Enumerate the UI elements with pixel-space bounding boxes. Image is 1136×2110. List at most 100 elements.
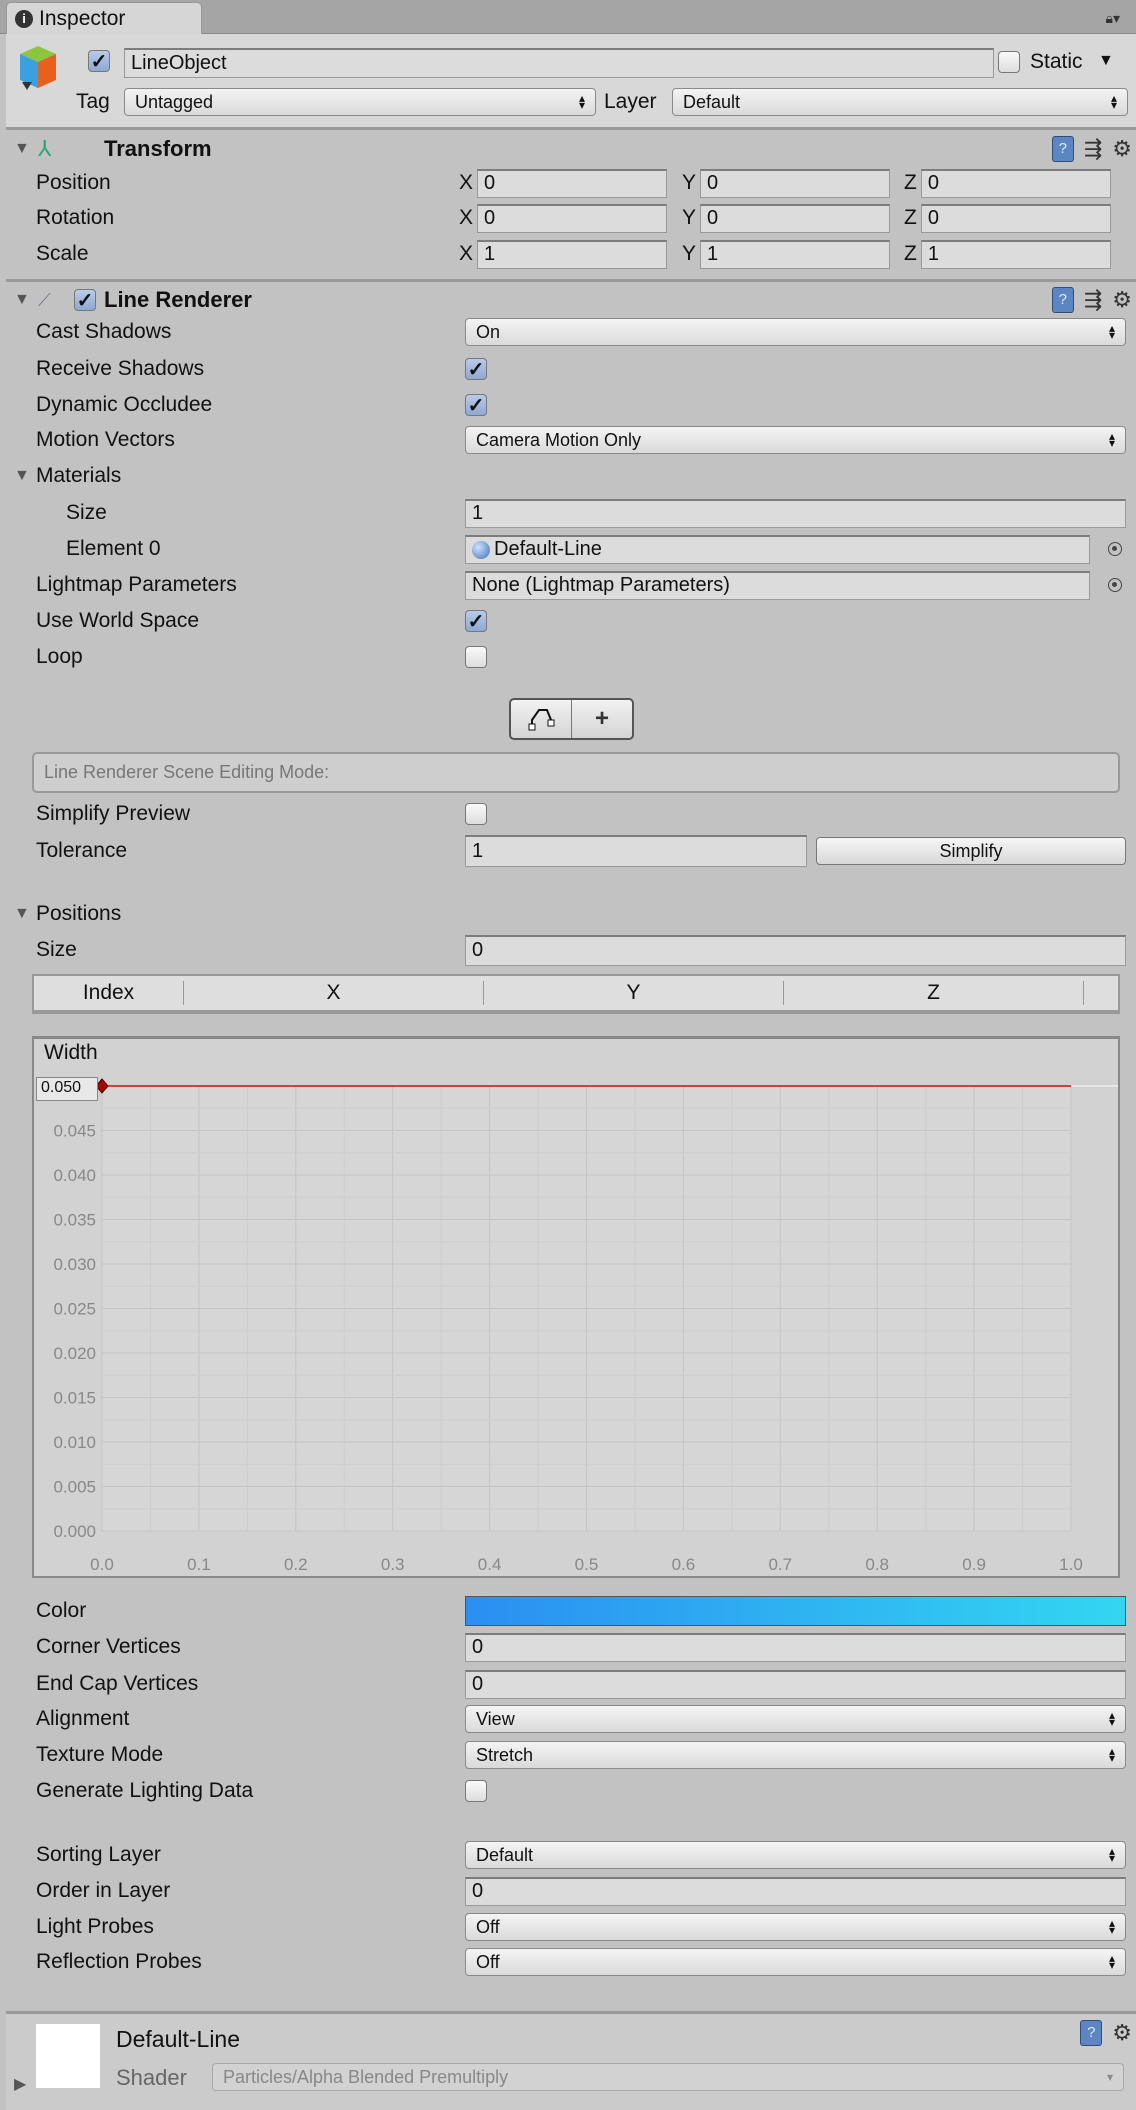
field-label: Reflection Probes <box>36 1950 202 1973</box>
x-tick-label: 0.5 <box>575 1555 599 1574</box>
tab-inspector[interactable]: i Inspector <box>6 2 202 34</box>
layer-dropdown[interactable]: Default ▴ ▾ <box>672 88 1128 116</box>
positions-row[interactable]: ▼ Positions <box>6 896 1136 932</box>
help-icon[interactable]: ? <box>1051 136 1074 162</box>
motion-vectors-row: Motion Vectors Camera Motion Only ▴ ▾ <box>6 422 1136 458</box>
position-z-input[interactable]: 0 <box>920 168 1111 198</box>
generate-lighting-checkbox[interactable] <box>465 1780 487 1802</box>
dynamic-occludee-checkbox[interactable]: ✓ <box>465 394 487 417</box>
positions-size-input[interactable]: 0 <box>465 934 1126 966</box>
receive-shadows-checkbox[interactable]: ✓ <box>465 358 487 381</box>
foldout-icon[interactable]: ▶ <box>14 2074 26 2094</box>
light-probes-row: Light Probes Off ▴ ▾ <box>6 1909 1136 1945</box>
corner-vertices-input[interactable]: 0 <box>465 1632 1126 1662</box>
create-points-button[interactable]: + <box>572 700 632 738</box>
foldout-icon[interactable]: ▼ <box>14 140 30 158</box>
width-value-field[interactable]: 0.050 <box>36 1077 98 1101</box>
axis-label: Z <box>904 242 917 265</box>
loop-checkbox[interactable] <box>465 646 487 668</box>
material-name: Default-Line <box>116 2026 241 2052</box>
x-tick-label: 0.6 <box>672 1555 696 1574</box>
texture-mode-dropdown[interactable]: Stretch ▴ ▾ <box>465 1741 1126 1769</box>
material-object-field[interactable]: Default-Line <box>465 534 1090 564</box>
lightmap-row: Lightmap Parameters None (Lightmap Parame… <box>6 567 1136 603</box>
tolerance-input[interactable]: 1 <box>465 835 807 867</box>
component-enabled-checkbox[interactable]: ✓ <box>74 289 96 312</box>
end-cap-vertices-input[interactable]: 0 <box>465 1669 1126 1699</box>
field-label: Positions <box>36 902 122 925</box>
rotation-y-input[interactable]: 0 <box>700 203 891 233</box>
field-label: Receive Shadows <box>36 357 205 380</box>
preset-icon[interactable]: ⇶ <box>1084 287 1102 313</box>
line-renderer-header[interactable]: ▼ ⟋ ✓ Line Renderer ? ⇶ ⚙ <box>6 282 1136 318</box>
x-tick-label: 0.1 <box>187 1555 211 1574</box>
gear-icon[interactable]: ⚙ <box>1112 136 1132 162</box>
x-tick-label: 1.0 <box>1059 1555 1083 1574</box>
object-picker-icon[interactable] <box>1108 542 1122 556</box>
positions-table-header: Index X Y Z <box>32 974 1120 1014</box>
object-name-input[interactable]: LineObject <box>124 48 994 78</box>
x-tick-label: 0.8 <box>865 1555 889 1574</box>
foldout-icon[interactable]: ▼ <box>14 467 30 485</box>
axis-label: Z <box>904 171 917 194</box>
static-label: Static <box>1030 50 1083 73</box>
line-renderer-icon: ⟋ <box>38 289 51 310</box>
shader-dropdown[interactable]: Particles/Alpha Blended Premultiply ▾ <box>212 2063 1124 2091</box>
edit-points-button[interactable] <box>511 700 572 738</box>
field-label: Position <box>36 171 111 194</box>
gear-icon[interactable]: ⚙ <box>1112 287 1132 313</box>
column-header-x[interactable]: X <box>184 981 484 1005</box>
rotation-z-input[interactable]: 0 <box>920 203 1111 233</box>
scale-z-input[interactable]: 1 <box>920 239 1111 269</box>
simplify-preview-checkbox[interactable] <box>465 803 487 825</box>
use-world-space-checkbox[interactable]: ✓ <box>465 610 487 633</box>
light-probes-dropdown[interactable]: Off ▴ ▾ <box>465 1913 1126 1941</box>
edit-mode-help-box: Line Renderer Scene Editing Mode: <box>32 752 1120 793</box>
object-picker-icon[interactable] <box>1108 578 1122 592</box>
width-curve-chart[interactable]: 0.000 0.005 0.010 0.015 0.020 0.025 0.030 0.035… <box>34 1039 1118 1576</box>
color-gradient-field[interactable] <box>465 1596 1126 1626</box>
lightmap-object-field[interactable]: None (Lightmap Parameters) <box>465 570 1090 600</box>
column-header-index[interactable]: Index <box>34 981 184 1005</box>
preset-icon[interactable]: ⇶ <box>1084 136 1102 162</box>
motion-vectors-dropdown[interactable]: Camera Motion Only ▴ ▾ <box>465 426 1126 454</box>
field-label: Loop <box>36 645 83 668</box>
column-header-z[interactable]: Z <box>784 981 1084 1005</box>
corner-vertices-row: Corner Vertices 0 <box>6 1629 1136 1665</box>
y-tick-label: 0.015 <box>53 1389 96 1408</box>
field-label: Light Probes <box>36 1915 154 1938</box>
simplify-button[interactable]: Simplify <box>816 837 1126 865</box>
position-y-input[interactable]: 0 <box>700 168 891 198</box>
sorting-layer-dropdown[interactable]: Default ▴ ▾ <box>465 1841 1126 1869</box>
rotation-x-input[interactable]: 0 <box>477 203 668 233</box>
materials-row[interactable]: ▼ Materials <box>6 458 1136 494</box>
foldout-icon[interactable]: ▼ <box>14 291 30 309</box>
materials-size-input[interactable]: 1 <box>465 498 1126 528</box>
active-checkbox[interactable]: ✓ <box>88 50 110 73</box>
help-icon[interactable]: ? <box>1080 2020 1103 2046</box>
width-curve-editor[interactable]: Width 0.000 0.005 0.010 0.015 0.020 0.025 0.03… <box>32 1036 1120 1578</box>
field-label: Scale <box>36 242 89 265</box>
materials-size-row: Size 1 <box>6 495 1136 531</box>
column-header-y[interactable]: Y <box>484 981 784 1005</box>
help-icon[interactable]: ? <box>1051 287 1074 313</box>
reflection-probes-dropdown[interactable]: Off ▴ ▾ <box>465 1948 1126 1976</box>
gear-icon[interactable]: ⚙ <box>1112 2020 1132 2046</box>
scale-y-input[interactable]: 1 <box>700 239 891 269</box>
cast-shadows-dropdown[interactable]: On ▴ ▾ <box>465 318 1126 346</box>
scale-x-input[interactable]: 1 <box>477 239 668 269</box>
use-world-space-row: Use World Space ✓ <box>6 603 1136 639</box>
position-x-input[interactable]: 0 <box>477 168 668 198</box>
order-in-layer-input[interactable]: 0 <box>465 1876 1126 1906</box>
y-tick-label: 0.040 <box>53 1166 96 1185</box>
y-tick-label: 0.000 <box>53 1522 96 1541</box>
lock-icon[interactable]: 🔒︎▾ <box>1106 10 1120 27</box>
y-tick-label: 0.035 <box>53 1211 96 1230</box>
alignment-dropdown[interactable]: View ▴ ▾ <box>465 1705 1126 1733</box>
element0-row: Element 0 Default-Line <box>6 531 1136 567</box>
transform-header[interactable]: ▼ ⅄ Transform ? ⇶ ⚙ <box>6 131 1136 167</box>
static-checkbox[interactable] <box>998 51 1020 73</box>
tag-dropdown[interactable]: Untagged ▴ ▾ <box>124 88 596 116</box>
foldout-icon[interactable]: ▼ <box>14 905 30 923</box>
static-dropdown-icon[interactable]: ▼ <box>1098 52 1114 70</box>
